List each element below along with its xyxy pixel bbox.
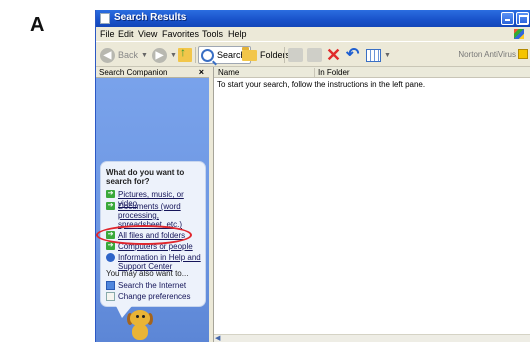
search-companion-header: Search Companion × xyxy=(96,67,209,78)
delete-icon: ✕ xyxy=(326,45,342,65)
explorer-window: Search Results File Edit View Favorites … xyxy=(95,10,530,342)
folders-label: Folders xyxy=(260,50,291,60)
views-button[interactable]: ▼ xyxy=(366,46,391,64)
copy-to-icon xyxy=(307,48,322,62)
results-column-header: Name In Folder xyxy=(214,67,530,78)
folder-icon xyxy=(242,46,257,61)
windows-flag-icon xyxy=(514,29,524,39)
forward-arrow-icon: ▶ xyxy=(152,47,167,63)
results-pane: Name In Folder To start your search, fol… xyxy=(213,67,530,342)
window-icon xyxy=(100,13,110,24)
search-dog-assistant-icon[interactable] xyxy=(123,310,157,342)
chevron-down-icon: ▼ xyxy=(170,51,177,59)
column-in-folder[interactable]: In Folder xyxy=(318,68,350,77)
menu-view[interactable]: View xyxy=(138,29,157,39)
undo-button[interactable]: ↶ xyxy=(346,46,359,64)
menu-help[interactable]: Help xyxy=(228,29,247,39)
minimize-button[interactable] xyxy=(501,12,514,25)
search-companion-pane: Search Companion × What do you want to s… xyxy=(96,67,209,342)
back-arrow-icon: ◀ xyxy=(100,47,115,63)
undo-icon: ↶ xyxy=(346,46,360,63)
up-folder-icon xyxy=(178,45,192,62)
green-arrow-icon: ➔ xyxy=(106,190,115,198)
norton-antivirus-icon[interactable] xyxy=(518,49,528,59)
preferences-icon xyxy=(106,292,115,301)
copy-to-button[interactable] xyxy=(307,46,322,64)
dog-head xyxy=(130,310,150,326)
search-question: What do you want to search for? xyxy=(106,168,185,186)
title-bar: Search Results xyxy=(96,10,530,27)
column-name[interactable]: Name xyxy=(218,68,239,77)
close-icon[interactable]: × xyxy=(199,67,204,77)
up-folder-button[interactable] xyxy=(178,45,192,64)
forward-button[interactable]: ▶ ▼ xyxy=(152,46,177,64)
toolbar-separator xyxy=(284,47,285,63)
internet-icon xyxy=(106,281,115,290)
toolbar: ◀ Back ▼ ▶ ▼ Search Folders ✕ xyxy=(96,41,530,67)
dog-eye xyxy=(142,315,145,318)
horizontal-scrollbar[interactable]: ◀ xyxy=(214,334,530,342)
menu-tools[interactable]: Tools xyxy=(202,29,223,39)
delete-button[interactable]: ✕ xyxy=(326,46,341,64)
menu-bar: File Edit View Favorites Tools Help xyxy=(96,27,530,41)
move-to-icon xyxy=(288,48,303,62)
toolbar-separator xyxy=(195,47,196,63)
green-arrow-icon: ➔ xyxy=(106,202,115,210)
figure-label: A xyxy=(30,14,45,36)
scroll-left-icon[interactable]: ◀ xyxy=(215,335,224,342)
help-center-icon xyxy=(106,253,115,262)
folders-button[interactable]: Folders xyxy=(242,46,290,64)
menu-file[interactable]: File xyxy=(100,29,115,39)
move-to-button[interactable] xyxy=(288,46,303,64)
also-want-label: You may also want to... xyxy=(106,269,189,278)
back-button[interactable]: ◀ Back ▼ xyxy=(100,46,148,64)
link-label[interactable]: Search the Internet xyxy=(118,281,186,290)
menu-edit[interactable]: Edit xyxy=(118,29,134,39)
link-label[interactable]: Change preferences xyxy=(118,292,191,301)
dog-eye xyxy=(136,315,139,318)
maximize-button[interactable] xyxy=(516,12,529,25)
search-companion-title: Search Companion xyxy=(99,68,168,77)
chevron-down-icon: ▼ xyxy=(141,51,148,59)
results-instructions: To start your search, follow the instruc… xyxy=(217,80,426,89)
norton-antivirus-label[interactable]: Norton AntiVirus xyxy=(458,50,516,59)
dog-body xyxy=(132,324,148,340)
menu-favorites[interactable]: Favorites xyxy=(162,29,199,39)
views-icon xyxy=(366,48,381,62)
green-arrow-icon: ➔ xyxy=(106,242,115,250)
red-highlight-ellipse xyxy=(96,225,192,245)
search-icon xyxy=(201,48,214,62)
window-title: Search Results xyxy=(114,12,187,23)
back-label: Back xyxy=(118,50,139,60)
chevron-down-icon: ▼ xyxy=(384,51,391,59)
column-divider[interactable] xyxy=(314,68,315,77)
